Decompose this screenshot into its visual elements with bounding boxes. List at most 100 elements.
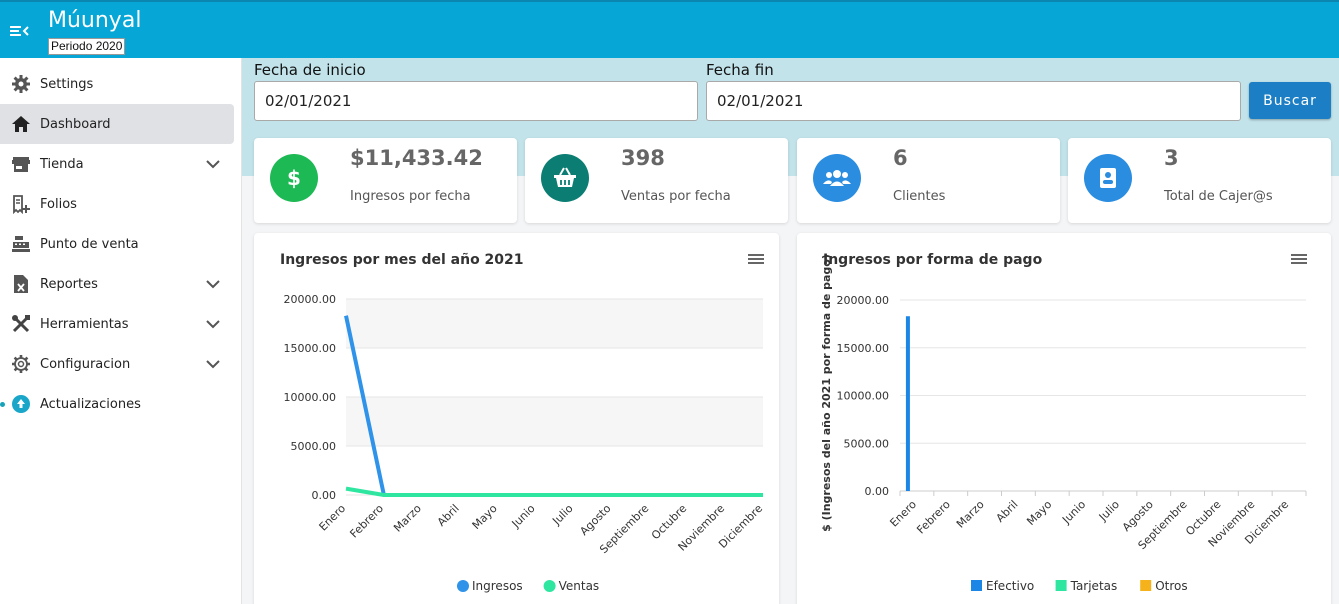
legend-item[interactable]: Ingresos: [472, 579, 523, 593]
stat-value: 3: [1164, 146, 1179, 170]
search-button[interactable]: Buscar: [1249, 82, 1331, 119]
sidebar-item-label: Herramientas: [40, 316, 129, 332]
notification-dot: [0, 402, 5, 407]
home-icon: [10, 113, 32, 135]
store-icon: [10, 153, 32, 175]
x-tick-label: Abril: [435, 502, 462, 529]
cashier-badge-icon: [1084, 154, 1132, 202]
period-badge: Periodo 2020: [48, 38, 126, 55]
hamburger-menu-icon[interactable]: [747, 251, 765, 267]
cog-outline-icon: [10, 353, 32, 375]
y-tick-label: 10000.00: [284, 391, 337, 404]
sidebar-item-label: Tienda: [40, 156, 84, 172]
y-tick-label: 15000.00: [284, 342, 337, 355]
y-tick-label: 15000.00: [837, 342, 890, 355]
x-tick-label: Julio: [1096, 498, 1122, 524]
app-title: Múunyal: [48, 8, 142, 33]
legend-marker[interactable]: [543, 580, 556, 592]
stat-card-cajeros: 3 Total de Cajer@s: [1068, 138, 1331, 223]
basket-icon: [541, 154, 589, 202]
stat-value: $11,433.42: [350, 146, 483, 170]
sidebar-item-reportes[interactable]: Reportes: [0, 264, 234, 304]
y-tick-label: 5000.00: [291, 440, 337, 453]
sidebar-item-label: Reportes: [40, 276, 98, 292]
sidebar-item-punto-de-venta[interactable]: Punto de venta: [0, 224, 234, 264]
x-tick-label: Febrero: [347, 502, 386, 541]
y-tick-label: 20000.00: [284, 293, 337, 306]
x-tick-label: Junio: [1059, 498, 1088, 527]
stat-label: Clientes: [893, 189, 946, 204]
y-tick-label: 20000.00: [837, 294, 890, 307]
stat-label: Total de Cajer@s: [1164, 189, 1273, 204]
sidebar: Settings Dashboard Tienda Folios Punto d…: [0, 58, 242, 604]
hamburger-menu-icon[interactable]: [1290, 251, 1308, 267]
legend-item[interactable]: Otros: [1155, 579, 1187, 593]
chevron-down-icon[interactable]: [204, 355, 222, 373]
legend-item[interactable]: Ventas: [559, 579, 600, 593]
sidebar-item-folios[interactable]: Folios: [0, 184, 234, 224]
y-axis-label: $ (Ingresos del año 2021 por forma de pa…: [820, 254, 833, 532]
end-date-input[interactable]: [706, 81, 1241, 121]
y-tick-label: 10000.00: [837, 390, 890, 403]
x-tick-label: Enero: [887, 498, 919, 530]
sidebar-item-herramientas[interactable]: Herramientas: [0, 304, 234, 344]
x-tick-label: Mayo: [470, 502, 500, 532]
legend-item[interactable]: Efectivo: [986, 579, 1034, 593]
sidebar-item-label: Folios: [40, 196, 77, 212]
x-tick-label: Mayo: [1024, 498, 1054, 528]
legend-item[interactable]: Tarjetas: [1070, 579, 1118, 593]
series-line-ventas: [345, 486, 763, 497]
sidebar-item-dashboard[interactable]: Dashboard: [0, 104, 234, 144]
grid-band: [346, 299, 763, 348]
dollar-icon: $: [270, 154, 318, 202]
stat-card-ventas: 398 Ventas por fecha: [525, 138, 788, 223]
x-tick-label: Enero: [317, 502, 349, 534]
stat-card-clientes: 6 Clientes: [797, 138, 1060, 223]
stat-label: Ventas por fecha: [621, 189, 731, 204]
tools-icon: [10, 313, 32, 335]
stat-label: Ingresos por fecha: [350, 189, 471, 204]
chevron-down-icon[interactable]: [204, 315, 222, 333]
bar-chart: 20000.00 15000.00 10000.00 5000.00 0.00 Ener…: [820, 254, 1307, 593]
svg-text:$: $: [287, 166, 301, 190]
end-date-label: Fecha fin: [706, 61, 774, 79]
legend-marker[interactable]: [971, 580, 982, 591]
legend-marker[interactable]: [1140, 580, 1152, 591]
x-tick-label: Abril: [994, 498, 1021, 525]
bar-efectivo: [905, 316, 910, 491]
sidebar-item-actualizaciones[interactable]: Actualizaciones: [0, 384, 234, 424]
chart-panel-ingresos-mes: 20000.00 15000.00 10000.00 5000.00 0.00 Ener…: [254, 233, 779, 604]
legend-marker[interactable]: [1055, 580, 1067, 591]
chart-panel-forma-pago: 20000.00 15000.00 10000.00 5000.00 0.00 Ener…: [797, 233, 1331, 604]
start-date-input[interactable]: [254, 81, 698, 121]
stat-value: 398: [621, 146, 665, 170]
y-tick-label: 5000.00: [844, 437, 890, 450]
stat-card-ingresos: $ $11,433.42 Ingresos por fecha: [254, 138, 517, 223]
x-tick-label: Marzo: [391, 502, 424, 535]
sidebar-item-settings[interactable]: Settings: [0, 64, 234, 104]
x-tick-label: Junio: [509, 502, 538, 531]
chevron-down-icon[interactable]: [204, 275, 222, 293]
sidebar-item-label: Punto de venta: [40, 236, 139, 252]
sidebar-item-configuracion[interactable]: Configuracion: [0, 344, 234, 384]
gear-icon: [10, 73, 32, 95]
receipt-icon: [10, 193, 32, 215]
sidebar-item-label: Configuracion: [40, 356, 131, 372]
y-tick-label: 0.00: [865, 485, 890, 498]
y-tick-label: 0.00: [312, 489, 337, 502]
line-chart: 20000.00 15000.00 10000.00 5000.00 0.00 Ener…: [284, 293, 766, 593]
x-tick-label: Febrero: [914, 498, 953, 537]
legend-marker[interactable]: [457, 580, 469, 592]
chart-title: Ingresos por mes del año 2021: [280, 252, 524, 268]
top-bar: Múunyal Periodo 2020: [0, 0, 1339, 58]
excel-file-icon: [10, 273, 32, 295]
x-tick-label: Marzo: [954, 498, 987, 531]
sidebar-item-label: Actualizaciones: [40, 396, 141, 412]
sidebar-item-label: Settings: [40, 76, 94, 92]
x-tick-label: Agosto: [577, 502, 613, 538]
chart-title: Ingresos por forma de pago: [823, 252, 1043, 268]
menu-collapse-icon[interactable]: [9, 22, 31, 40]
chevron-down-icon[interactable]: [204, 155, 222, 173]
cash-register-icon: [10, 233, 32, 255]
sidebar-item-tienda[interactable]: Tienda: [0, 144, 234, 184]
